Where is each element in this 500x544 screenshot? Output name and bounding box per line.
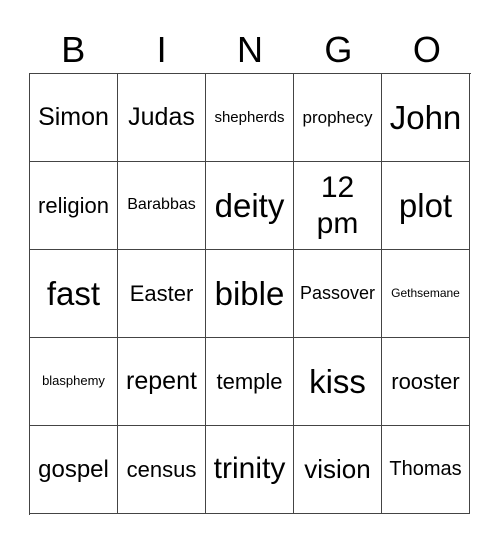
bingo-cell[interactable]: religion — [30, 162, 118, 250]
bingo-cell[interactable]: trinity — [206, 426, 294, 514]
bingo-cell[interactable]: bible — [206, 250, 294, 338]
bingo-cell[interactable]: temple — [206, 338, 294, 426]
bingo-header: B I N G O — [29, 28, 471, 72]
bingo-cell[interactable]: vision — [294, 426, 382, 514]
bingo-cell[interactable]: gospel — [30, 426, 118, 514]
bingo-cell[interactable]: Barabbas — [118, 162, 206, 250]
bingo-cell[interactable]: 12 pm — [294, 162, 382, 250]
header-letter-g: G — [324, 29, 353, 70]
bingo-cell[interactable]: Judas — [118, 74, 206, 162]
bingo-cell[interactable]: prophecy — [294, 74, 382, 162]
header-letter-b: B — [61, 29, 86, 70]
header-letter-n: N — [237, 29, 264, 70]
bingo-board: Simon Judas shepherds prophecy John reli… — [29, 73, 471, 515]
bingo-cell[interactable]: shepherds — [206, 74, 294, 162]
bingo-cell[interactable]: Passover — [294, 250, 382, 338]
bingo-cell[interactable]: Simon — [30, 74, 118, 162]
bingo-cell[interactable]: census — [118, 426, 206, 514]
bingo-cell[interactable]: John — [382, 74, 470, 162]
bingo-cell[interactable]: Thomas — [382, 426, 470, 514]
header-letter-o: O — [412, 29, 441, 70]
header-letter-i: I — [156, 29, 167, 70]
bingo-cell[interactable]: deity — [206, 162, 294, 250]
bingo-cell[interactable]: rooster — [382, 338, 470, 426]
bingo-cell[interactable]: kiss — [294, 338, 382, 426]
bingo-cell[interactable]: blasphemy — [30, 338, 118, 426]
bingo-cell[interactable]: repent — [118, 338, 206, 426]
bingo-cell[interactable]: fast — [30, 250, 118, 338]
bingo-cell[interactable]: Easter — [118, 250, 206, 338]
bingo-cell[interactable]: Gethsemane — [382, 250, 470, 338]
bingo-cell[interactable]: plot — [382, 162, 470, 250]
